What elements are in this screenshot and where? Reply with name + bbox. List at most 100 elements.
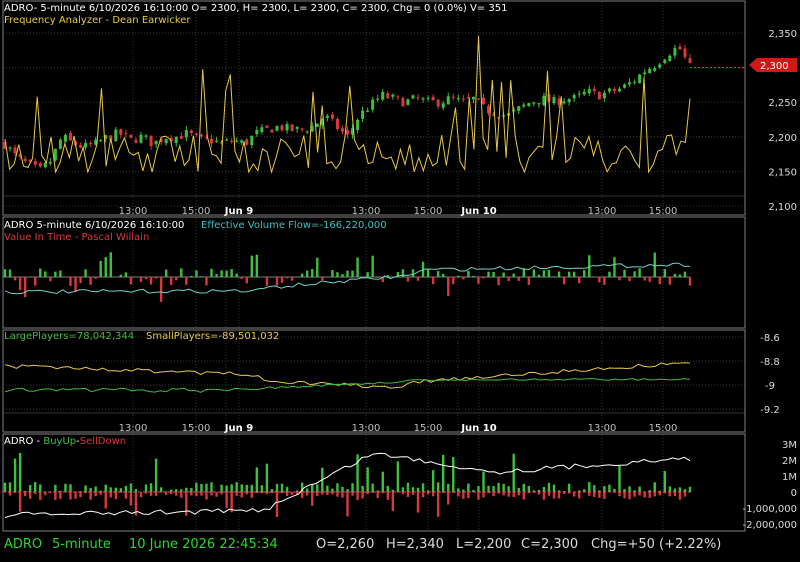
buyup-bar: [613, 488, 616, 492]
evf-bar-down: [175, 277, 178, 281]
candle-body: [38, 163, 42, 167]
buyup-bar: [537, 489, 541, 492]
buyup-bar: [119, 488, 123, 492]
selldown-bar: [235, 492, 238, 496]
evf-bar-down: [577, 277, 581, 284]
selldown-bar: [346, 492, 349, 517]
selldown-bar: [482, 492, 485, 498]
evf-bar-down: [643, 277, 646, 281]
selldown-bar: [688, 492, 692, 493]
selldown-bar: [306, 492, 309, 496]
buyup-bar: [180, 489, 183, 492]
selldown-bar: [447, 492, 450, 505]
evf-bar-up: [104, 257, 107, 277]
buyup-bar: [472, 489, 475, 492]
evf-bar-up: [547, 269, 551, 277]
candle-body: [179, 136, 183, 139]
buyup-bar: [3, 482, 7, 492]
selldown-bar: [638, 492, 641, 496]
candle-body: [280, 125, 284, 131]
candle-body: [366, 110, 370, 112]
chart-workspace[interactable]: 13:00 15:00 Jun 9 13:00 15:00 Jun 10 13:00 15:0…: [0, 0, 800, 562]
selldown-bar: [54, 492, 57, 500]
players-tick-label: -9.2: [760, 405, 780, 416]
selldown-bar: [351, 492, 354, 496]
selldown-bar: [426, 492, 430, 495]
buyup-bar: [557, 490, 561, 492]
evf-bar-up: [3, 269, 7, 277]
evf-bar-up: [492, 271, 495, 277]
candle-body: [300, 128, 304, 130]
evf-bar-up: [567, 271, 571, 277]
selldown-bar: [64, 492, 67, 493]
time-tick-label: 15:00: [182, 423, 211, 434]
evf-bar-down: [74, 277, 77, 293]
candle-body: [250, 135, 254, 146]
buyup-bar: [512, 453, 515, 492]
evf-bar-up: [331, 270, 334, 277]
evf-bar-up: [109, 252, 112, 277]
evf-bar-up: [119, 274, 123, 277]
time-tick-label: 15:00: [649, 423, 678, 434]
selldown-bar: [487, 492, 490, 494]
candle-body: [295, 126, 299, 129]
selldown-bar: [275, 492, 279, 517]
candle-body: [461, 98, 465, 100]
buyup-bar: [522, 483, 525, 492]
buyup-bar: [381, 471, 384, 492]
buyup-bar: [346, 489, 349, 492]
buyup-bar: [79, 491, 82, 492]
buyup-bar: [64, 483, 67, 492]
candle-body: [582, 91, 586, 95]
evf-bar-up: [235, 273, 238, 277]
buyup-bar: [154, 458, 158, 492]
buyup-bar: [331, 488, 334, 492]
buyup-bar: [99, 490, 102, 492]
candle-body: [124, 133, 128, 135]
selldown-bar: [114, 492, 118, 500]
candle-body: [33, 161, 37, 165]
status-symbol: ADRO: [4, 537, 43, 552]
buyup-bar: [54, 484, 57, 492]
buyup-bar: [658, 490, 661, 492]
players-tick-label: -8.8: [760, 357, 780, 368]
buyup-bar: [270, 489, 274, 492]
selldown-bar: [396, 492, 400, 493]
candle-body: [13, 147, 17, 154]
buyup-tick-label: 1M: [782, 472, 797, 483]
evf-bar-up: [311, 268, 314, 277]
evf-bar-down: [159, 277, 163, 302]
candle-body: [426, 97, 430, 99]
candle-body: [673, 48, 677, 56]
status-low: L=2,200: [456, 537, 512, 552]
selldown-bar: [608, 492, 611, 493]
candle-body: [230, 141, 234, 143]
buyup-bar: [190, 487, 193, 492]
buyup-bar: [170, 489, 173, 492]
candle-body: [210, 138, 214, 144]
selldown-bar: [648, 492, 651, 498]
selldown-bar: [598, 492, 601, 498]
evf-bar-up: [59, 270, 62, 277]
evf-bar-up: [552, 276, 556, 277]
buyup-bar: [255, 467, 259, 492]
evf-bar-down: [94, 277, 97, 279]
candle-body: [552, 97, 556, 104]
evf-bar-down: [452, 277, 455, 285]
selldown-bar: [164, 492, 168, 495]
buyup-bar: [149, 483, 153, 492]
selldown-bar: [185, 492, 188, 516]
buyup-bar: [306, 488, 309, 492]
evf-bar-down: [598, 277, 601, 283]
buyup-bar: [441, 454, 445, 492]
selldown-bar: [124, 492, 128, 499]
evf-bar-up: [28, 276, 32, 278]
status-interval: 5-minute: [52, 537, 111, 552]
candle-body: [68, 133, 72, 141]
buyup-bar: [245, 484, 248, 492]
candle-body: [356, 119, 360, 130]
evf-bar-down: [114, 277, 118, 278]
selldown-bar: [195, 492, 198, 497]
candle-body: [340, 128, 344, 132]
selldown-bar: [673, 492, 677, 497]
